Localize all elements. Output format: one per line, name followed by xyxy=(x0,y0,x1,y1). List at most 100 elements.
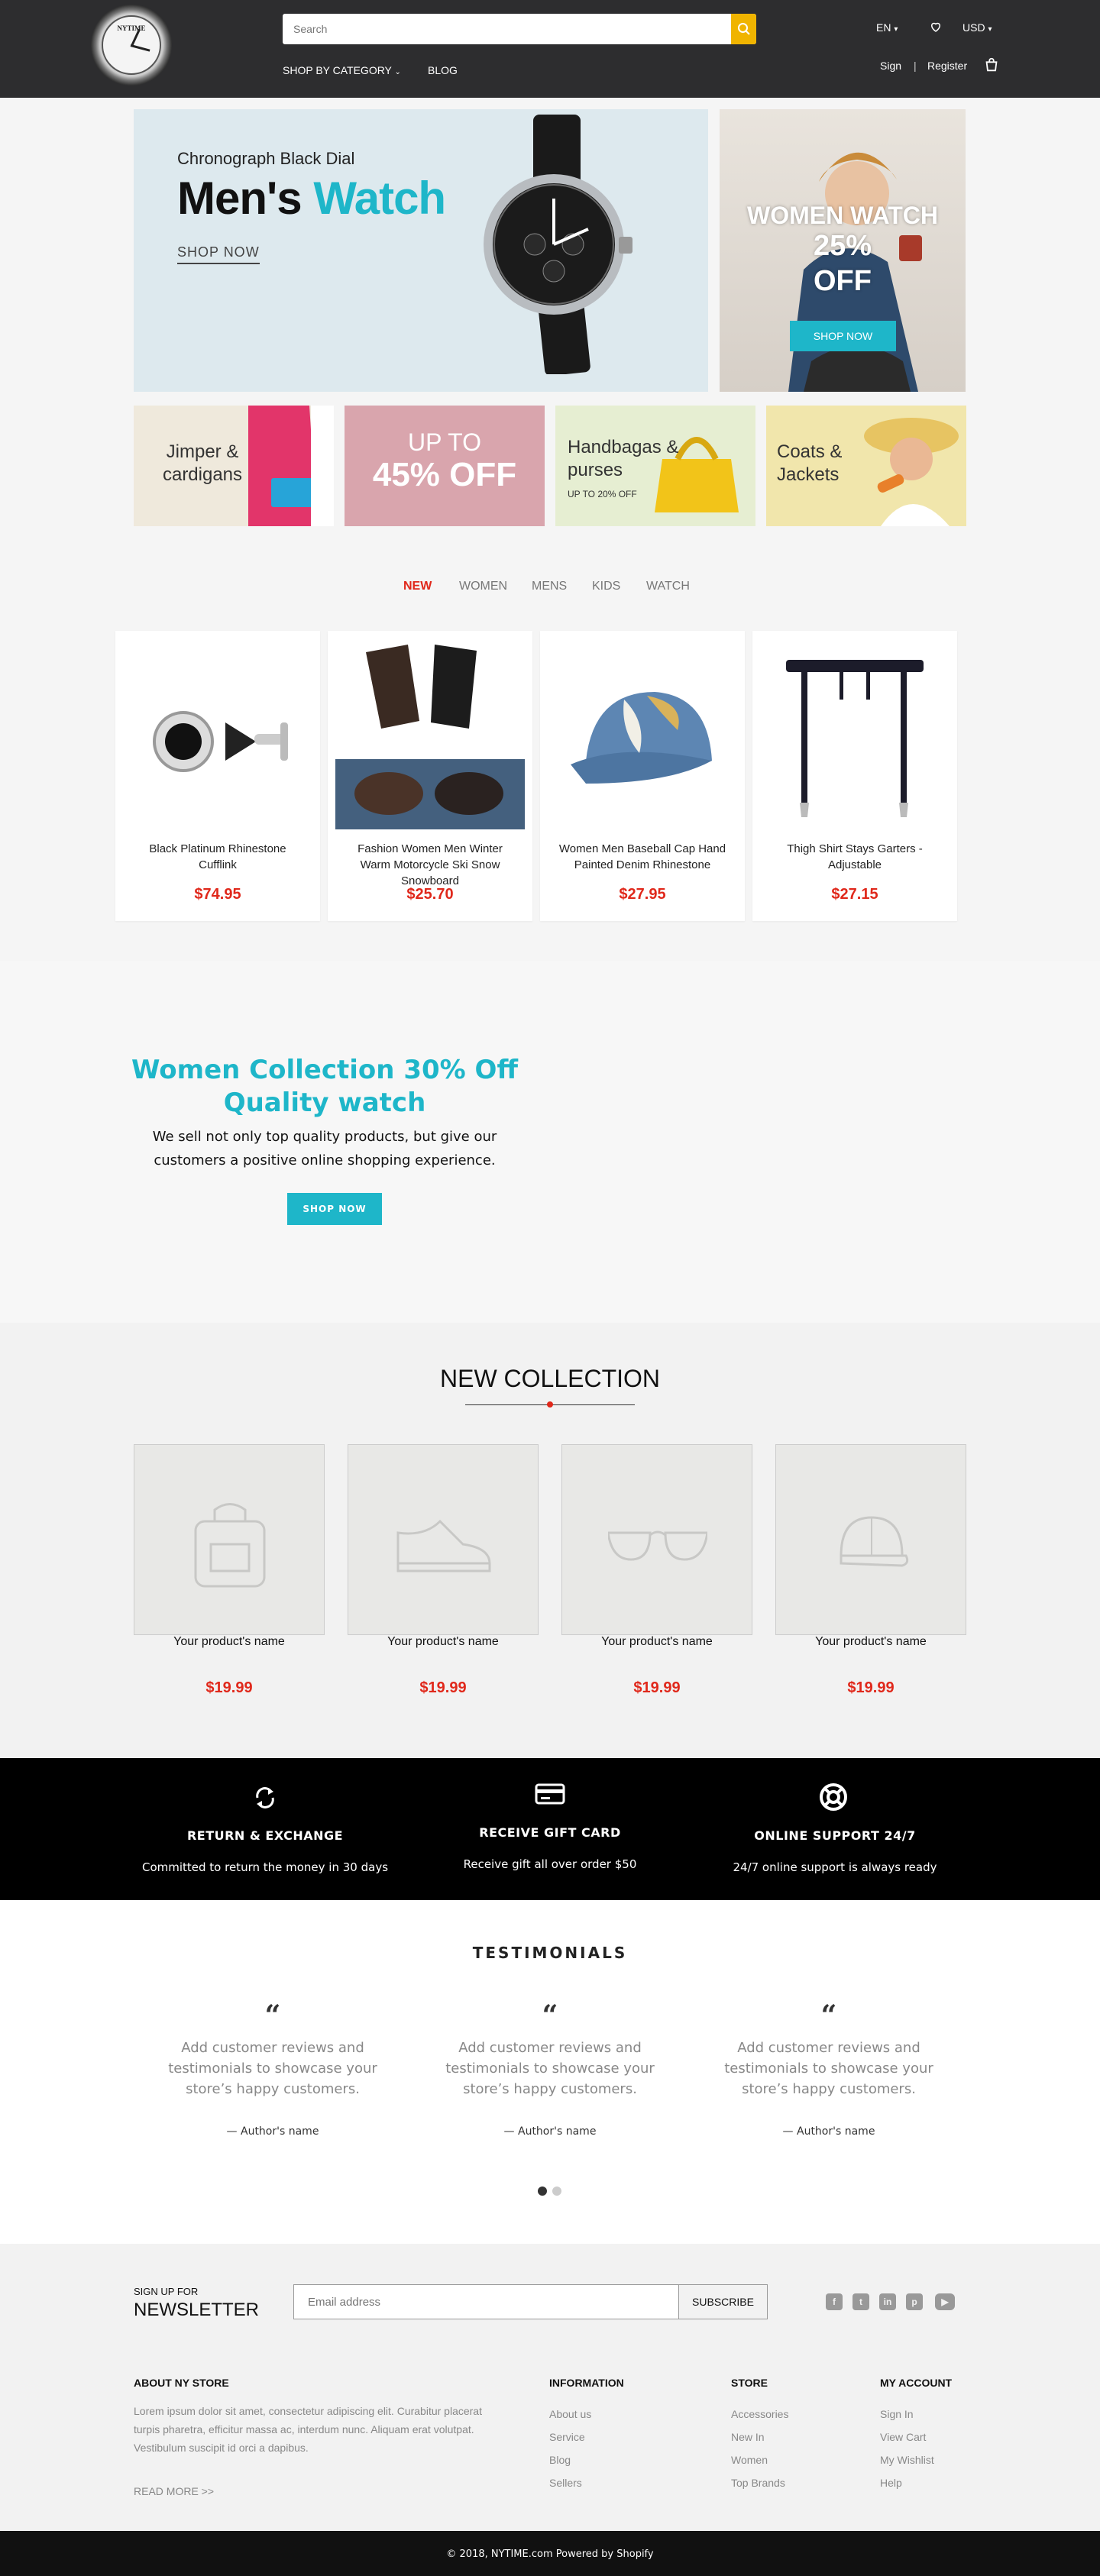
product-price: $27.95 xyxy=(619,886,666,903)
footer-link[interactable]: Help xyxy=(880,2477,902,2489)
product-name[interactable]: Your product's name xyxy=(561,1635,752,1649)
testimonials-title: TESTIMONIALS xyxy=(472,1944,628,1962)
tab-women[interactable]: WOMEN xyxy=(459,580,507,593)
product-price: $19.99 xyxy=(847,1679,895,1696)
lifebuoy-icon xyxy=(820,1783,847,1811)
product-name[interactable]: Thigh Shirt Stays Garters - Adjustable xyxy=(768,841,942,873)
placeholder-product-image[interactable] xyxy=(775,1444,966,1635)
footer-link[interactable]: Sellers xyxy=(549,2477,582,2489)
copyright-text: © 2018, NYTIME.com Powered by Shopify xyxy=(446,2549,654,2560)
youtube-icon[interactable]: ▶ xyxy=(935,2293,955,2310)
carousel-dot-active[interactable] xyxy=(538,2187,547,2196)
testimonial-author: — Author's name xyxy=(782,2125,875,2138)
newsletter-email-input[interactable] xyxy=(293,2284,679,2319)
linkedin-icon[interactable]: in xyxy=(879,2293,896,2310)
site-logo[interactable]: NYTIME xyxy=(91,5,172,86)
footer-link[interactable]: Blog xyxy=(549,2454,571,2466)
testimonial-author: — Author's name xyxy=(226,2125,319,2138)
subscribe-button[interactable]: SUBSCRIBE xyxy=(679,2284,768,2319)
wishlist-icon[interactable] xyxy=(929,20,943,36)
product-name[interactable]: Black Platinum Rhinestone Cufflink xyxy=(131,841,305,873)
banner-coats-jackets[interactable]: Coats & Jackets xyxy=(766,406,966,526)
shoe-icon xyxy=(396,1519,491,1572)
footer-link[interactable]: View Cart xyxy=(880,2431,926,2443)
offer-line-3: OFF xyxy=(814,265,872,297)
footer-about-text: Lorem ipsum dolor sit amet, consectetur … xyxy=(134,2405,482,2454)
footer-link[interactable]: Sign In xyxy=(880,2408,914,2420)
twitter-icon[interactable]: t xyxy=(852,2293,869,2310)
footer-link[interactable]: Accessories xyxy=(731,2408,788,2420)
feature-title: RETURN & EXCHANGE xyxy=(186,1828,344,1843)
carousel-dot[interactable] xyxy=(552,2187,561,2196)
logo-text: NYTIME xyxy=(117,24,146,32)
hero-shop-now-link[interactable]: SHOP NOW xyxy=(177,244,260,264)
banner-handbags-purses[interactable]: Handbagas & purses UP TO 20% OFF xyxy=(555,406,755,526)
gloves-image xyxy=(335,645,525,829)
promo-title: Women Collection 30% Off Quality watch xyxy=(131,1055,518,1118)
read-more-link[interactable]: READ MORE >> xyxy=(134,2485,214,2497)
banner-1-text: Jimper & cardigans xyxy=(162,441,243,485)
footer-about-title: ABOUT NY STORE xyxy=(134,2377,229,2389)
product-name[interactable]: Fashion Women Men Winter Warm Motorcycle… xyxy=(343,841,517,889)
women-watch-shop-now-button[interactable]: SHOP NOW xyxy=(790,321,896,351)
product-name[interactable]: Your product's name xyxy=(348,1635,539,1649)
placeholder-product-image[interactable] xyxy=(561,1444,752,1635)
banner-up-to-45-off[interactable]: UP TO 45% OFF xyxy=(345,406,545,526)
banner-4-text: Coats & Jackets xyxy=(777,441,843,485)
footer-account-title: MY ACCOUNT xyxy=(880,2377,953,2389)
product-card[interactable]: Thigh Shirt Stays Garters - Adjustable $… xyxy=(752,631,957,921)
tab-watch[interactable]: WATCH xyxy=(646,580,690,593)
chevron-down-icon: ▾ xyxy=(894,25,898,34)
placeholder-product-image[interactable] xyxy=(134,1444,325,1635)
testimonial-text: Add customer reviews and testimonials to… xyxy=(724,2040,933,2097)
currency-select[interactable]: USD ▾ xyxy=(962,21,992,34)
pinterest-icon[interactable]: p xyxy=(906,2293,923,2310)
tab-new[interactable]: NEW xyxy=(403,580,432,593)
banner-3-small: UP TO 20% OFF xyxy=(568,489,637,499)
footer-store-title: STORE xyxy=(731,2377,768,2389)
banner-2-discount: 45% OFF xyxy=(372,456,517,493)
facebook-icon[interactable]: f xyxy=(826,2293,843,2310)
footer-link[interactable]: Women xyxy=(731,2454,768,2466)
promo-shop-now-button[interactable]: SHOP NOW xyxy=(287,1193,382,1225)
product-name[interactable]: Women Men Baseball Cap Hand Painted Deni… xyxy=(555,841,730,873)
product-name[interactable]: Your product's name xyxy=(775,1635,966,1649)
feature-text: Committed to return the money in 30 days xyxy=(141,1860,389,1874)
product-price: $27.15 xyxy=(831,886,878,903)
baseball-cap-image xyxy=(571,692,712,784)
footer-link[interactable]: Service xyxy=(549,2431,585,2443)
banner-jumpers-cardigans[interactable]: Jimper & cardigans xyxy=(134,406,334,526)
footer-link[interactable]: Top Brands xyxy=(731,2477,785,2489)
currency-label: USD xyxy=(962,21,985,34)
language-select[interactable]: EN ▾ xyxy=(876,21,898,34)
offer-line-1: WOMEN WATCH xyxy=(746,202,939,229)
cart-icon[interactable] xyxy=(983,57,1000,77)
footer-link[interactable]: New In xyxy=(731,2431,765,2443)
banner-2-upto: UP TO xyxy=(407,428,482,456)
product-card[interactable]: Women Men Baseball Cap Hand Painted Deni… xyxy=(540,631,745,921)
placeholder-product-image[interactable] xyxy=(348,1444,539,1635)
footer-information-title: INFORMATION xyxy=(549,2377,624,2389)
product-price: $74.95 xyxy=(194,886,241,903)
refresh-icon xyxy=(256,1787,274,1808)
product-name[interactable]: Your product's name xyxy=(134,1635,325,1649)
nav-blog[interactable]: BLOG xyxy=(428,64,458,76)
footer-link[interactable]: My Wishlist xyxy=(880,2454,934,2466)
product-price: $19.99 xyxy=(633,1679,681,1696)
nav-shop-by-category[interactable]: SHOP BY CATEGORY ⌄ xyxy=(283,64,401,76)
nav-category-label: SHOP BY CATEGORY xyxy=(283,64,392,76)
product-card[interactable]: Fashion Women Men Winter Warm Motorcycle… xyxy=(328,631,532,921)
new-collection-title: NEW COLLECTION xyxy=(439,1365,661,1392)
tab-kids[interactable]: KIDS xyxy=(592,580,620,593)
hero-subtitle: Chronograph Black Dial xyxy=(177,149,355,168)
search-button[interactable] xyxy=(731,14,756,44)
search-icon xyxy=(737,23,750,35)
card-icon xyxy=(535,1783,565,1805)
sign-in-link[interactable]: Sign xyxy=(880,60,901,72)
search-input[interactable] xyxy=(283,14,730,44)
register-link[interactable]: Register xyxy=(927,60,967,72)
footer-link[interactable]: About us xyxy=(549,2408,591,2420)
quote-icon: “ xyxy=(542,1999,558,2031)
tab-mens[interactable]: MENS xyxy=(532,580,567,593)
product-card[interactable]: Black Platinum Rhinestone Cufflink $74.9… xyxy=(115,631,320,921)
